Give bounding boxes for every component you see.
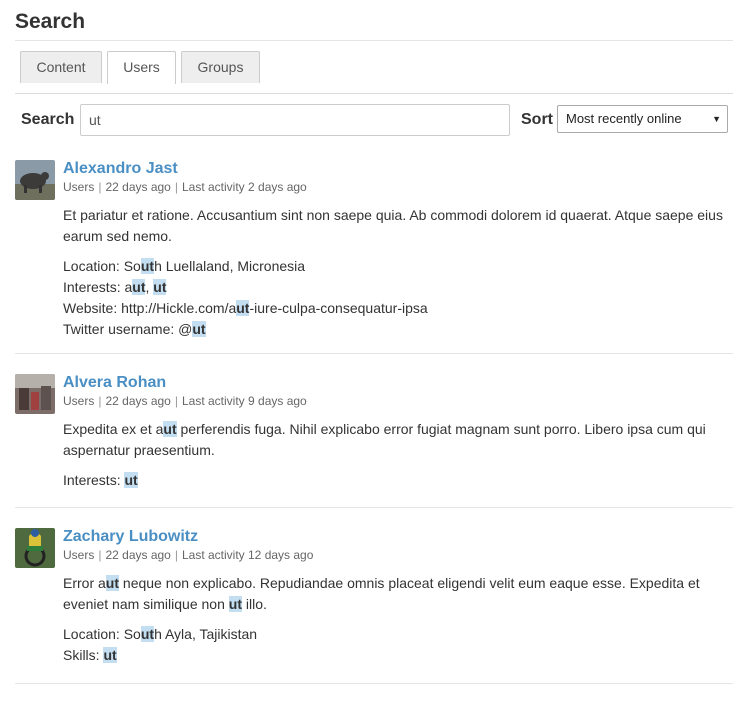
result-name-link[interactable]: Alvera Rohan	[63, 354, 733, 393]
search-bar: Search Sort Most recently online ▼	[15, 94, 733, 140]
search-highlight: ut	[192, 321, 206, 337]
tab-users[interactable]: Users	[107, 51, 176, 84]
field-location: Location: South Ayla, Tajikistan	[63, 626, 258, 642]
meta-joined: 22 days ago	[105, 394, 171, 408]
search-highlight: ut	[105, 575, 120, 591]
result-fields: Interests: ut	[63, 470, 733, 491]
search-highlight: ut	[236, 300, 250, 316]
sort-selected-value: Most recently online	[566, 111, 682, 126]
search-highlight: ut	[132, 279, 146, 295]
search-highlight: ut	[124, 472, 138, 488]
meta-type: Users	[63, 548, 95, 562]
search-page: Search Content Users Groups Search Sort …	[0, 0, 746, 684]
search-input[interactable]	[80, 104, 510, 136]
search-highlight: ut	[153, 279, 167, 295]
avatar[interactable]	[15, 160, 55, 200]
result-name-link[interactable]: Zachary Lubowitz	[63, 508, 733, 547]
tab-groups[interactable]: Groups	[181, 51, 260, 83]
result-meta: Users | 22 days ago | Last activity 2 days a…	[63, 180, 307, 194]
sort-label: Sort	[521, 111, 553, 128]
search-highlight: ut	[103, 647, 117, 663]
result-bio: Et pariatur et ratione. Accusantium sint…	[63, 207, 723, 244]
field-skills: Skills: ut	[63, 647, 117, 663]
result-bio: Error aut neque non explicabo. Repudiand…	[63, 575, 700, 612]
meta-activity: Last activity 2 days ago	[181, 180, 307, 194]
avatar[interactable]	[15, 528, 55, 568]
result-name-link[interactable]: Alexandro Jast	[63, 140, 733, 179]
list-item: Zachary Lubowitz Users | 22 days ago | Last …	[15, 508, 733, 684]
sort-select[interactable]: Most recently online ▼	[557, 105, 728, 133]
result-bio: Expedita ex et aut perferendis fuga. Nih…	[63, 421, 706, 458]
field-twitter: Twitter username: @ut	[63, 321, 206, 337]
result-meta: Users | 22 days ago | Last activity 9 days a…	[63, 394, 307, 408]
result-meta: Users | 22 days ago | Last activity 12 days …	[63, 548, 314, 562]
result-fields: Location: South Ayla, Tajikistan Skills:…	[63, 624, 733, 666]
list-item: Alvera Rohan Users | 22 days ago | Last acti…	[15, 354, 733, 508]
meta-joined: 22 days ago	[105, 180, 171, 194]
list-item: Alexandro Jast Users | 22 days ago | Last ac…	[15, 140, 733, 354]
search-highlight: ut	[140, 258, 155, 274]
field-website: Website: http://Hickle.com/aut-iure-culp…	[63, 300, 428, 316]
field-interests: Interests: aut, ut	[63, 279, 167, 295]
meta-activity: Last activity 9 days ago	[181, 394, 307, 408]
avatar[interactable]	[15, 374, 55, 414]
meta-type: Users	[63, 394, 95, 408]
search-highlight: ut	[163, 421, 177, 437]
field-location: Location: South Luellaland, Micronesia	[63, 258, 306, 274]
search-highlight: ut	[140, 626, 155, 642]
field-interests: Interests: ut	[63, 472, 138, 488]
meta-activity: Last activity 12 days ago	[181, 548, 314, 562]
result-fields: Location: South Luellaland, Micronesia I…	[63, 256, 733, 340]
meta-joined: 22 days ago	[105, 548, 171, 562]
meta-type: Users	[63, 180, 95, 194]
dropdown-arrow-icon: ▼	[712, 114, 721, 124]
search-highlight: ut	[228, 596, 242, 612]
results-list: Alexandro Jast Users | 22 days ago | Last ac…	[15, 140, 733, 684]
tab-content[interactable]: Content	[20, 51, 102, 83]
search-label: Search	[21, 111, 75, 128]
search-tabs: Content Users Groups	[15, 51, 733, 94]
page-title: Search	[15, 0, 733, 41]
